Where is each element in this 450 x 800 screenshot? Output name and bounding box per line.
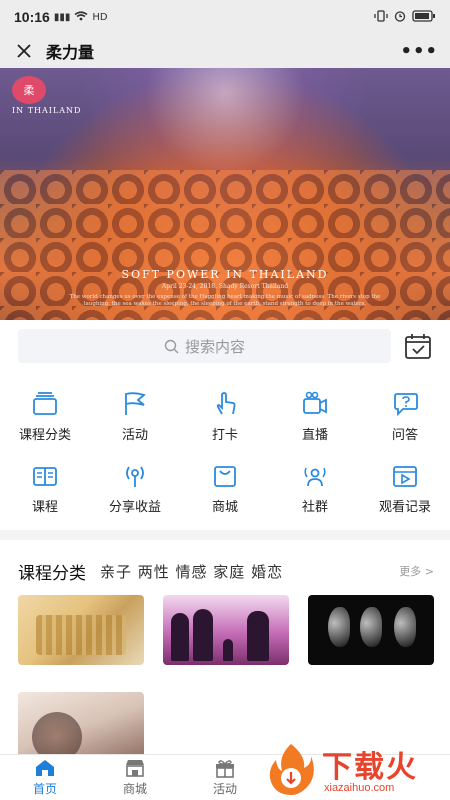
banner-logo-subtitle: IN THAILAND — [12, 106, 82, 115]
hero-banner[interactable]: 柔 IN THAILAND SOFT POWER IN THAILAND Apr… — [0, 68, 450, 320]
grid-label: 观看记录 — [378, 500, 431, 515]
tab-label: 商城 — [122, 782, 147, 796]
calendar-checkin-icon[interactable] — [404, 332, 432, 360]
flame-logo-icon — [269, 744, 314, 795]
vibrate-icon — [374, 9, 388, 25]
video-camera-icon — [303, 391, 327, 414]
wifi-icon — [74, 10, 88, 24]
question-chat-icon — [394, 393, 418, 417]
grid-label: 课程分类 — [18, 428, 71, 443]
banner-headline: SOFT POWER IN THAILAND — [121, 268, 329, 281]
gift-icon — [216, 760, 234, 778]
grid-label: 打卡 — [211, 428, 238, 443]
page-title: 柔力量 — [46, 43, 95, 62]
search-icon — [164, 339, 179, 353]
grid-label: 直播 — [301, 428, 328, 443]
folder-icon — [33, 392, 57, 415]
alarm-icon — [394, 10, 406, 25]
section-divider — [0, 530, 450, 540]
home-icon — [36, 760, 54, 776]
grid-item-share-earnings[interactable]: 分享收益 — [90, 456, 180, 528]
feature-grid: 课程分类 活动 打卡 直播 问答 课程 分享收益 商城 社群 观看记录 — [0, 384, 450, 528]
face-silhouette — [360, 607, 382, 647]
signal-icon: ▮▮▮ — [53, 11, 71, 23]
status-time: 10:16 — [14, 9, 50, 25]
grid-label: 课程 — [31, 500, 58, 515]
course-category-header: 课程分类 亲子 两性 情感 家庭 婚恋 更多 > — [18, 556, 434, 586]
family-silhouette — [171, 613, 189, 661]
banner-motto: The world changes us over the expense of… — [69, 294, 381, 307]
family-silhouette — [247, 611, 269, 661]
more-link[interactable]: 更多 > — [399, 563, 434, 579]
grid-item-events[interactable]: 活动 — [90, 384, 180, 456]
tap-icon — [216, 392, 236, 415]
coins-picture — [36, 615, 126, 655]
more-menu-button[interactable]: ••• — [400, 41, 438, 62]
search-row: 搜索内容 — [0, 320, 450, 372]
hd-icon: HD — [92, 11, 108, 23]
grid-item-watch-history[interactable]: 观看记录 — [360, 456, 450, 528]
grid-item-mall[interactable]: 商城 — [180, 456, 270, 528]
face-silhouette — [394, 607, 416, 647]
watermark-text: 下载火 — [322, 750, 418, 785]
book-icon — [33, 467, 57, 486]
banner-date: April 23-24, 2018. Shady Resort Thailand — [161, 283, 289, 290]
play-history-icon — [393, 466, 417, 487]
tab-home[interactable]: 首页 — [0, 755, 90, 800]
grid-label: 商城 — [211, 500, 238, 515]
tab-label: 活动 — [212, 782, 237, 796]
store-icon — [126, 760, 144, 777]
category-card-image[interactable] — [18, 692, 144, 762]
tab-mall[interactable]: 商城 — [90, 755, 180, 800]
family-silhouette — [223, 639, 233, 661]
community-icon — [304, 467, 326, 487]
category-card-image[interactable] — [18, 595, 144, 665]
status-bar: 10:16 ▮▮▮ HD — [0, 0, 450, 34]
search-placeholder: 搜索内容 — [185, 337, 246, 356]
watermark-logo: 下载火 xiazaihuo.com — [262, 738, 450, 800]
shopping-bag-icon — [214, 466, 236, 487]
category-card-image[interactable] — [163, 595, 289, 665]
grid-item-community[interactable]: 社群 — [270, 456, 360, 528]
close-icon — [17, 44, 31, 58]
title-bar: 柔力量 ••• — [0, 34, 450, 68]
category-tags[interactable]: 亲子 两性 情感 家庭 婚恋 — [100, 561, 283, 582]
broadcast-icon — [126, 466, 144, 487]
battery-icon — [412, 9, 436, 25]
grid-label: 活动 — [121, 428, 148, 443]
family-silhouette — [193, 609, 213, 661]
grid-item-course-category[interactable]: 课程分类 — [0, 384, 90, 456]
section-title: 课程分类 — [18, 563, 86, 584]
search-input[interactable]: 搜索内容 — [18, 329, 392, 363]
grid-item-checkin[interactable]: 打卡 — [180, 384, 270, 456]
grid-label: 问答 — [391, 428, 418, 443]
grid-item-qa[interactable]: 问答 — [360, 384, 450, 456]
close-button[interactable] — [12, 39, 36, 63]
flag-icon — [125, 392, 146, 415]
category-card-image[interactable] — [308, 595, 434, 665]
grid-item-courses[interactable]: 课程 — [0, 456, 90, 528]
grid-label: 社群 — [301, 500, 328, 515]
grid-label: 分享收益 — [108, 500, 161, 515]
banner-logo: 柔 — [12, 76, 46, 104]
tab-label: 首页 — [32, 782, 57, 796]
face-silhouette — [328, 607, 350, 647]
grid-item-live[interactable]: 直播 — [270, 384, 360, 456]
watermark-url: xiazaihuo.com — [324, 782, 395, 794]
tab-events[interactable]: 活动 — [180, 755, 270, 800]
